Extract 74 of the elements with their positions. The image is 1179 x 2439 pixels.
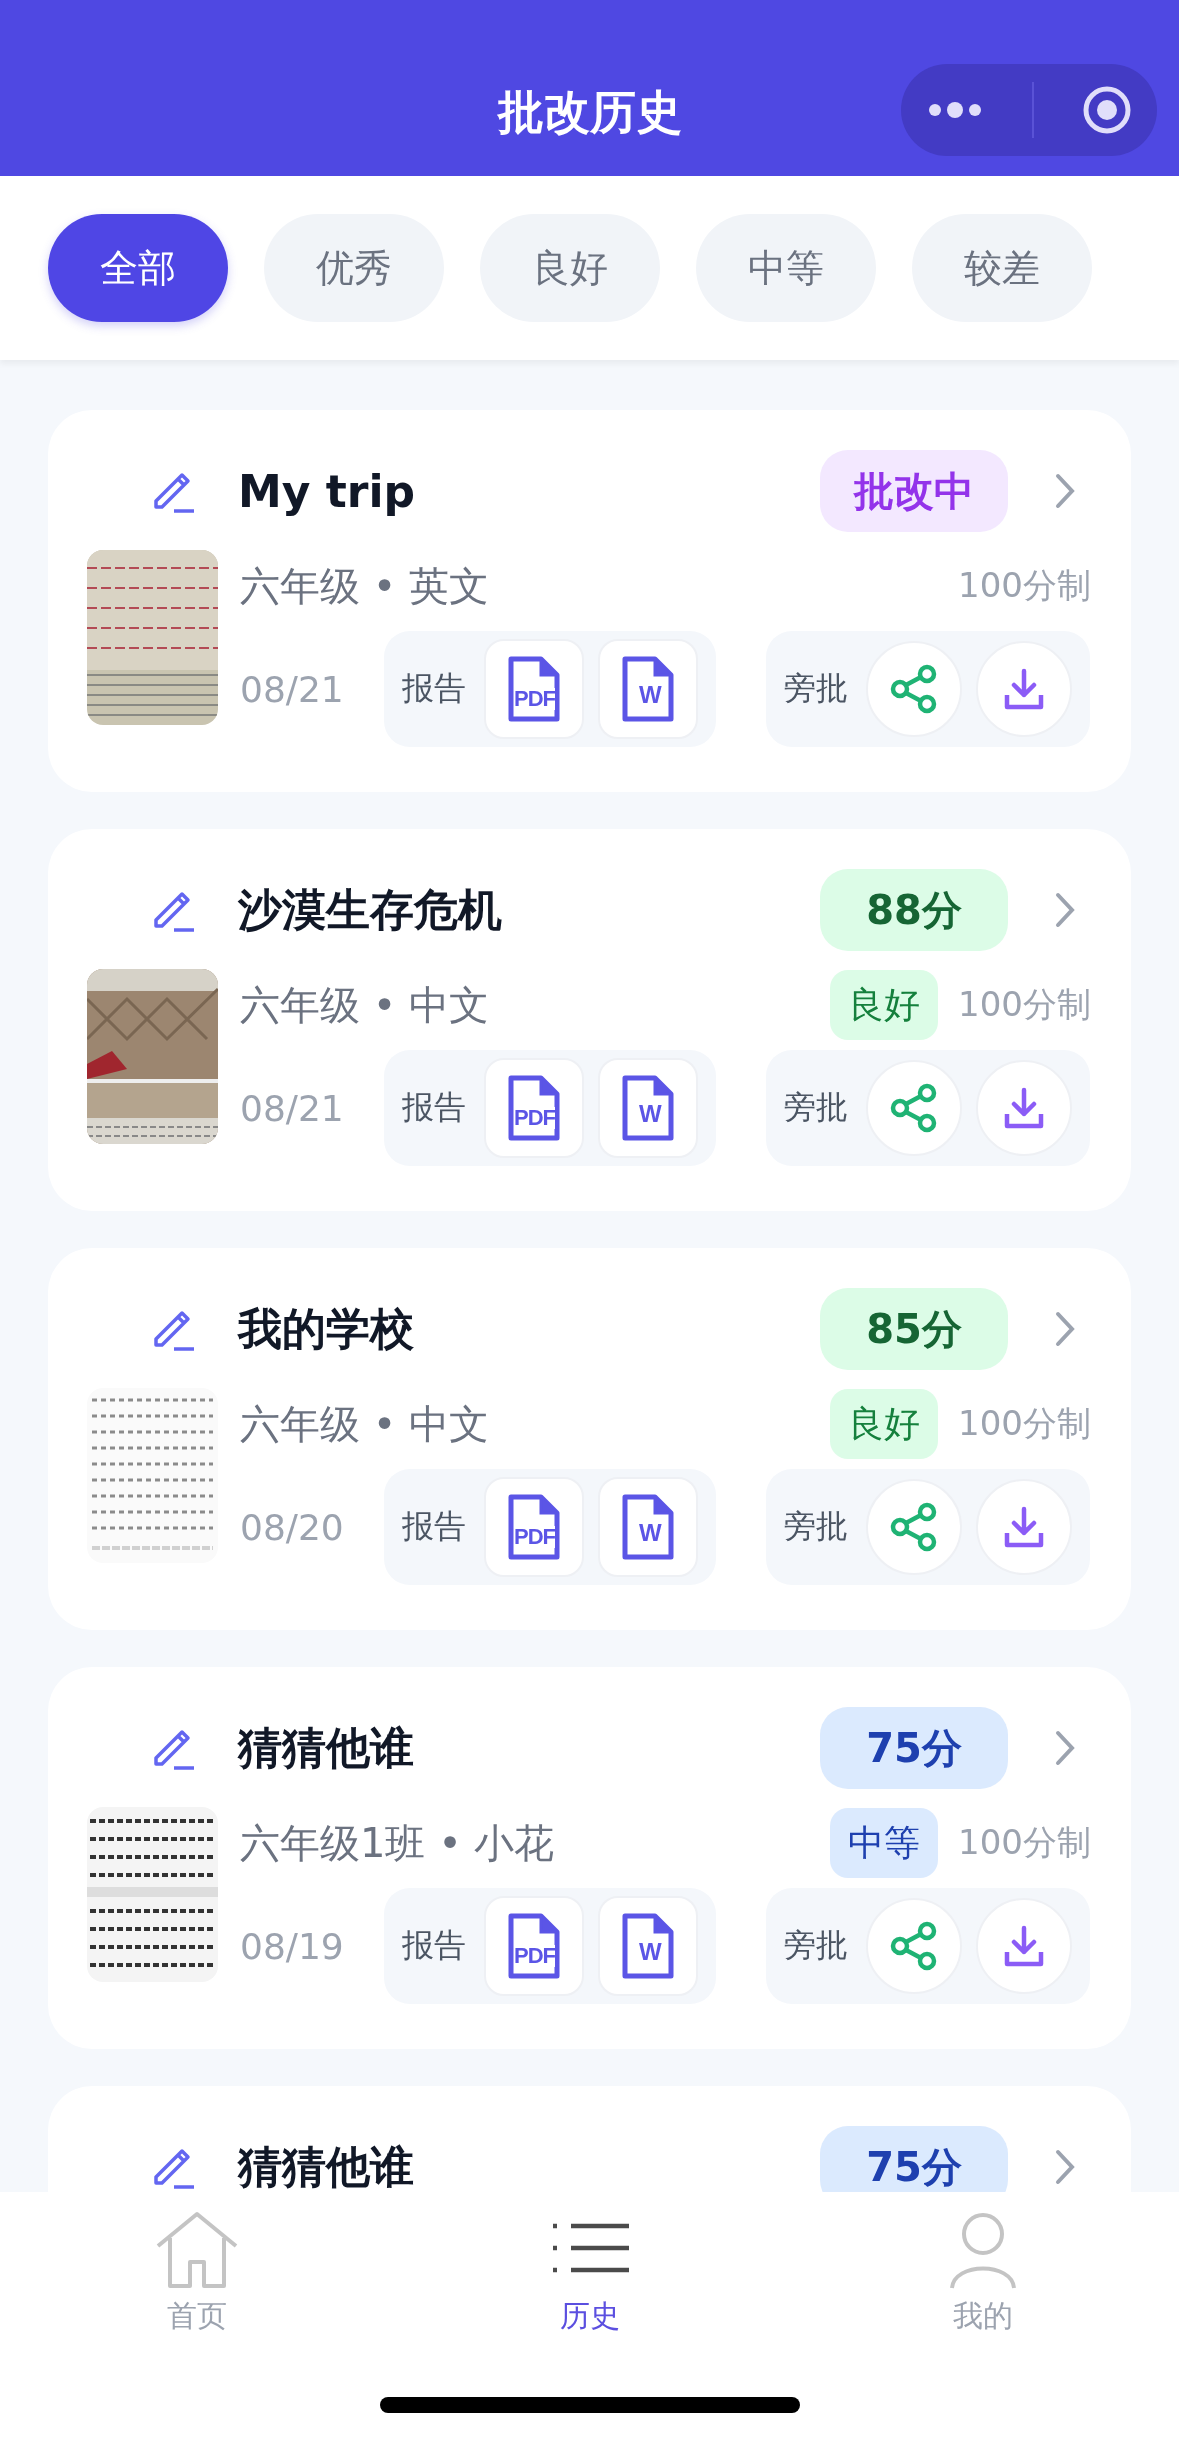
- essay-title: 沙漠生存危机: [238, 882, 503, 937]
- chevron-right-icon[interactable]: [1054, 891, 1076, 929]
- document-icon: [507, 1913, 561, 1979]
- status-badge: 批改中: [820, 450, 1008, 532]
- annotation-label: 旁批: [784, 1506, 848, 1547]
- filter-chip[interactable]: 良好: [480, 214, 660, 322]
- download-icon: [1002, 1505, 1046, 1549]
- pdf-file-button[interactable]: PDF: [484, 1477, 584, 1577]
- date-text: 08/19: [240, 1925, 345, 1967]
- report-label: 报告: [402, 668, 466, 709]
- document-icon: [621, 1494, 675, 1560]
- essay-title: My trip: [238, 465, 417, 517]
- document-icon: [621, 656, 675, 722]
- download-icon: [1002, 667, 1046, 711]
- chevron-right-icon[interactable]: [1054, 472, 1076, 510]
- grade-tag: 良好: [830, 970, 939, 1040]
- share-icon: [889, 1502, 939, 1552]
- filter-chip[interactable]: 较差: [912, 214, 1092, 322]
- share-icon: [889, 1083, 939, 1133]
- status-badge: 75分: [820, 1707, 1008, 1789]
- date-text: 08/20: [240, 1506, 345, 1548]
- word-file-button[interactable]: W: [598, 1477, 698, 1577]
- class-subject-text: 六年级 • 中文: [240, 980, 491, 1030]
- annotation-label: 旁批: [784, 1087, 848, 1128]
- share-icon: [889, 664, 939, 714]
- essay-title: 猜猜他谁: [238, 1720, 415, 1775]
- date-text: 08/21: [240, 668, 345, 710]
- pdf-file-button[interactable]: PDF: [484, 639, 584, 739]
- download-icon: [1002, 1086, 1046, 1130]
- report-label: 报告: [402, 1087, 466, 1128]
- pdf-file-button[interactable]: PDF: [484, 1896, 584, 1996]
- status-badge: 85分: [820, 1288, 1008, 1370]
- date-text: 08/21: [240, 1087, 345, 1129]
- score-scale-text: 100分制: [958, 983, 1091, 1026]
- filter-chip[interactable]: 优秀: [264, 214, 444, 322]
- page-title: 批改历史: [497, 84, 682, 141]
- grade-tag: 良好: [830, 1389, 939, 1459]
- word-file-button[interactable]: W: [598, 639, 698, 739]
- chevron-right-icon[interactable]: [1054, 1310, 1076, 1348]
- word-file-button[interactable]: W: [598, 1058, 698, 1158]
- document-icon: [621, 1913, 675, 1979]
- essay-card[interactable]: 猜猜他谁 75分 六年级1班 • 小花 中等 100分制 08/19 报告 PDF W 旁批: [48, 1667, 1131, 2049]
- status-badge: 88分: [820, 869, 1008, 951]
- chevron-right-icon[interactable]: [1054, 1729, 1076, 1767]
- score-scale-text: 100分制: [958, 1821, 1091, 1864]
- annotation-label: 旁批: [784, 1925, 848, 1966]
- class-subject-text: 六年级 • 中文: [240, 1399, 491, 1449]
- report-label: 报告: [402, 1925, 466, 1966]
- share-icon: [889, 1921, 939, 1971]
- document-icon: [621, 1075, 675, 1141]
- class-subject-text: 六年级1班 • 小花: [240, 1818, 556, 1868]
- chevron-right-icon[interactable]: [1054, 2148, 1076, 2186]
- grade-tag: 中等: [830, 1808, 939, 1878]
- essay-card[interactable]: 猜猜他谁 75分: [48, 2086, 1131, 2192]
- report-label: 报告: [402, 1506, 466, 1547]
- pdf-file-button[interactable]: PDF: [484, 1058, 584, 1158]
- essay-card[interactable]: 我的学校 85分 六年级 • 中文 良好 100分制 08/20 报告 PDF W 旁批: [48, 1248, 1131, 1630]
- word-file-button[interactable]: W: [598, 1896, 698, 1996]
- essay-card[interactable]: My trip 批改中 六年级 • 英文 100分制 08/21 报告 PDF W 旁批: [48, 410, 1131, 792]
- document-icon: [507, 656, 561, 722]
- score-scale-text: 100分制: [958, 1402, 1091, 1445]
- score-scale-text: 100分制: [958, 564, 1091, 607]
- filter-chip[interactable]: 全部: [48, 214, 228, 322]
- annotation-label: 旁批: [784, 668, 848, 709]
- download-icon: [1002, 1924, 1046, 1968]
- tab-item[interactable]: 历史: [544, 2210, 635, 2337]
- document-icon: [507, 1494, 561, 1560]
- essay-card[interactable]: 沙漠生存危机 88分 六年级 • 中文 良好 100分制 08/21 报告 PDF W 旁批: [48, 829, 1131, 1211]
- status-badge: 75分: [820, 2126, 1008, 2192]
- filter-chip[interactable]: 中等: [696, 214, 876, 322]
- essay-title: 猜猜他谁: [238, 2139, 415, 2192]
- essay-title: 我的学校: [238, 1301, 415, 1356]
- class-subject-text: 六年级 • 英文: [240, 561, 491, 611]
- document-icon: [507, 1075, 561, 1141]
